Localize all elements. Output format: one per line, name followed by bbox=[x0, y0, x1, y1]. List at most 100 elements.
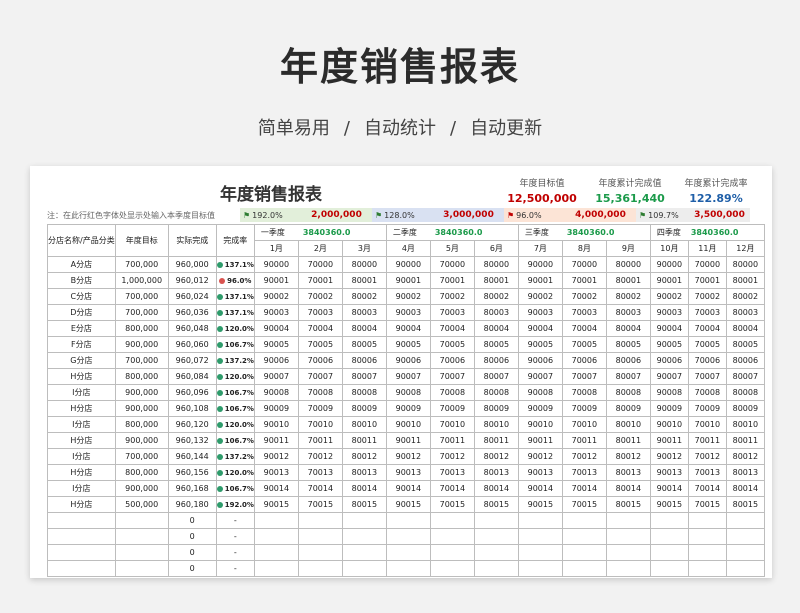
month-value-cell[interactable]: 90014 bbox=[253, 480, 299, 497]
month-value-cell[interactable] bbox=[561, 528, 607, 545]
month-value-cell[interactable]: 90002 bbox=[385, 288, 431, 305]
month-value-cell[interactable]: 90014 bbox=[385, 480, 431, 497]
rate-cell[interactable]: 120.0% bbox=[215, 368, 255, 385]
month-value-cell[interactable] bbox=[385, 560, 431, 577]
month-value-cell[interactable]: 90003 bbox=[385, 304, 431, 321]
actual-cell[interactable]: 960,168 bbox=[167, 480, 217, 497]
target-cell[interactable]: 800,000 bbox=[114, 464, 169, 481]
month-value-cell[interactable]: 70006 bbox=[687, 352, 727, 369]
month-value-cell[interactable]: 80006 bbox=[473, 352, 519, 369]
month-value-cell[interactable] bbox=[253, 544, 299, 561]
month-value-cell[interactable]: 80003 bbox=[605, 304, 651, 321]
month-value-cell[interactable]: 90001 bbox=[649, 272, 689, 289]
month-value-cell[interactable]: 70003 bbox=[429, 304, 475, 321]
month-value-cell[interactable]: 90014 bbox=[517, 480, 563, 497]
rate-cell[interactable]: 106.7% bbox=[215, 480, 255, 497]
month-value-cell[interactable]: 90011 bbox=[385, 432, 431, 449]
rate-cell[interactable]: - bbox=[215, 560, 255, 577]
month-value-cell[interactable]: 90010 bbox=[385, 416, 431, 433]
rate-cell[interactable]: 106.7% bbox=[215, 336, 255, 353]
month-value-cell[interactable]: 90011 bbox=[517, 432, 563, 449]
month-value-cell[interactable] bbox=[649, 560, 689, 577]
month-value-cell[interactable]: 70014 bbox=[429, 480, 475, 497]
month-value-cell[interactable]: 90001 bbox=[253, 272, 299, 289]
actual-cell[interactable]: 0 bbox=[167, 544, 217, 561]
month-value-cell[interactable]: 80008 bbox=[473, 384, 519, 401]
rate-cell[interactable]: 137.1% bbox=[215, 288, 255, 305]
month-value-cell[interactable]: 70001 bbox=[429, 272, 475, 289]
store-cell[interactable]: A分店 bbox=[47, 256, 116, 273]
month-value-cell[interactable]: 80009 bbox=[341, 400, 387, 417]
month-value-cell[interactable]: 80001 bbox=[725, 272, 765, 289]
rate-cell[interactable]: - bbox=[215, 528, 255, 545]
month-value-cell[interactable]: 80011 bbox=[473, 432, 519, 449]
month-value-cell[interactable]: 80014 bbox=[725, 480, 765, 497]
actual-cell[interactable]: 0 bbox=[167, 528, 217, 545]
month-value-cell[interactable]: 90000 bbox=[253, 256, 299, 273]
month-value-cell[interactable]: 70012 bbox=[687, 448, 727, 465]
month-value-cell[interactable]: 90010 bbox=[517, 416, 563, 433]
month-value-cell[interactable]: 70005 bbox=[687, 336, 727, 353]
month-value-cell[interactable]: 70014 bbox=[297, 480, 343, 497]
month-value-cell[interactable]: 70006 bbox=[297, 352, 343, 369]
actual-cell[interactable]: 960,060 bbox=[167, 336, 217, 353]
month-value-cell[interactable]: 70013 bbox=[561, 464, 607, 481]
month-value-cell[interactable]: 80007 bbox=[341, 368, 387, 385]
actual-cell[interactable]: 960,012 bbox=[167, 272, 217, 289]
quarter-target[interactable]: 3,500,000 bbox=[689, 210, 750, 220]
month-value-cell[interactable]: 70015 bbox=[687, 496, 727, 513]
month-value-cell[interactable] bbox=[341, 512, 387, 529]
month-value-cell[interactable]: 80001 bbox=[605, 272, 651, 289]
actual-cell[interactable]: 960,108 bbox=[167, 400, 217, 417]
month-value-cell[interactable]: 80001 bbox=[341, 272, 387, 289]
month-value-cell[interactable] bbox=[649, 528, 689, 545]
month-value-cell[interactable]: 90005 bbox=[385, 336, 431, 353]
month-value-cell[interactable]: 80015 bbox=[725, 496, 765, 513]
month-value-cell[interactable] bbox=[605, 544, 651, 561]
actual-cell[interactable]: 960,120 bbox=[167, 416, 217, 433]
month-value-cell[interactable] bbox=[649, 512, 689, 529]
target-cell[interactable]: 700,000 bbox=[114, 256, 169, 273]
month-value-cell[interactable] bbox=[253, 512, 299, 529]
quarter-target-strip[interactable]: ⚑ 109.7% 3,500,000 bbox=[636, 208, 750, 222]
store-cell[interactable]: C分店 bbox=[47, 288, 116, 305]
store-cell[interactable]: I分店 bbox=[47, 480, 116, 497]
month-value-cell[interactable]: 70015 bbox=[297, 496, 343, 513]
month-value-cell[interactable]: 90002 bbox=[253, 288, 299, 305]
month-value-cell[interactable]: 90010 bbox=[253, 416, 299, 433]
store-cell[interactable]: I分店 bbox=[47, 416, 116, 433]
month-value-cell[interactable]: 70001 bbox=[561, 272, 607, 289]
month-value-cell[interactable]: 90012 bbox=[649, 448, 689, 465]
actual-cell[interactable]: 960,072 bbox=[167, 352, 217, 369]
month-value-cell[interactable]: 80015 bbox=[341, 496, 387, 513]
store-cell[interactable]: B分店 bbox=[47, 272, 116, 289]
store-cell[interactable]: H分店 bbox=[47, 368, 116, 385]
month-value-cell[interactable]: 90015 bbox=[253, 496, 299, 513]
month-value-cell[interactable]: 80009 bbox=[605, 400, 651, 417]
month-value-cell[interactable] bbox=[297, 544, 343, 561]
month-value-cell[interactable]: 80000 bbox=[725, 256, 765, 273]
month-value-cell[interactable]: 90002 bbox=[649, 288, 689, 305]
target-cell[interactable]: 900,000 bbox=[114, 480, 169, 497]
month-value-cell[interactable] bbox=[385, 512, 431, 529]
rate-cell[interactable]: 106.7% bbox=[215, 400, 255, 417]
month-value-cell[interactable]: 70012 bbox=[561, 448, 607, 465]
month-value-cell[interactable]: 80014 bbox=[605, 480, 651, 497]
month-value-cell[interactable]: 90003 bbox=[649, 304, 689, 321]
quarter-target[interactable]: 3,000,000 bbox=[433, 210, 504, 220]
month-value-cell[interactable] bbox=[725, 560, 765, 577]
actual-cell[interactable]: 960,048 bbox=[167, 320, 217, 337]
target-cell[interactable] bbox=[114, 560, 169, 577]
month-value-cell[interactable]: 70004 bbox=[297, 320, 343, 337]
month-value-cell[interactable] bbox=[253, 560, 299, 577]
target-cell[interactable]: 700,000 bbox=[114, 352, 169, 369]
month-value-cell[interactable]: 80013 bbox=[341, 464, 387, 481]
month-value-cell[interactable] bbox=[517, 544, 563, 561]
month-value-cell[interactable]: 80004 bbox=[341, 320, 387, 337]
rate-cell[interactable]: 120.0% bbox=[215, 320, 255, 337]
month-value-cell[interactable]: 80007 bbox=[725, 368, 765, 385]
store-cell[interactable] bbox=[47, 544, 116, 561]
rate-cell[interactable]: 120.0% bbox=[215, 416, 255, 433]
store-cell[interactable]: I分店 bbox=[47, 448, 116, 465]
month-value-cell[interactable]: 80005 bbox=[605, 336, 651, 353]
